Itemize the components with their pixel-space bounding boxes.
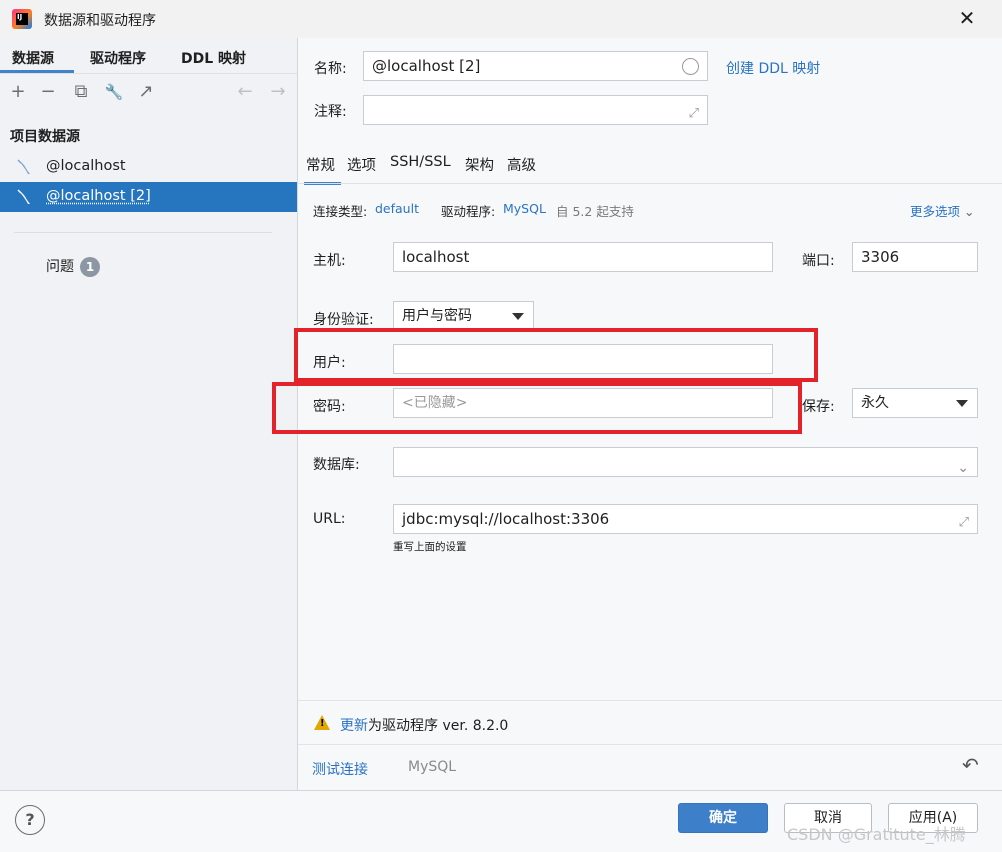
more-options-label: 更多选项 — [910, 204, 961, 219]
remove-icon[interactable]: − — [38, 82, 58, 102]
url-label: URL: — [313, 511, 346, 527]
driver-label: 驱动程序: — [441, 204, 496, 219]
name-label: 名称: — [314, 61, 347, 77]
right-panel: 名称: @localhost [2] 创建 DDL 映射 注释: ⤢ 常规 选项… — [272, 38, 1002, 790]
auth-value: 用户与密码 — [402, 308, 472, 324]
divider — [298, 744, 1002, 745]
name-input[interactable]: @localhost [2] — [363, 51, 708, 81]
help-button[interactable]: ? — [15, 805, 45, 835]
project-data-sources-title: 项目数据源 — [10, 129, 80, 145]
problems-item[interactable]: 问题 1 — [46, 256, 100, 277]
tab-divider — [0, 73, 297, 74]
mysql-dolphin-icon — [17, 189, 30, 204]
url-hint: 重写上面的设置 — [393, 541, 467, 553]
dropdown-arrow-icon — [512, 313, 524, 320]
comment-input[interactable]: ⤢ — [363, 95, 708, 125]
host-input[interactable]: localhost — [393, 242, 773, 272]
url-input[interactable]: jdbc:mysql://localhost:3306 ⤢ — [393, 504, 978, 534]
database-dropdown[interactable]: ⌄ — [393, 447, 978, 477]
update-driver-link[interactable]: 更新 — [340, 718, 368, 734]
tab-ssh-ssl[interactable]: SSH/SSL — [390, 154, 451, 170]
connection-type-label: 连接类型: — [313, 204, 368, 219]
port-label: 端口: — [802, 253, 835, 269]
warning-icon: ! — [314, 715, 330, 730]
tab-advanced[interactable]: 高级 — [507, 154, 536, 175]
save-label: 保存: — [802, 399, 835, 415]
mysql-dolphin-icon — [17, 159, 30, 174]
export-icon[interactable]: ↗ — [136, 82, 156, 102]
save-value: 永久 — [861, 395, 889, 411]
user-input[interactable] — [393, 344, 773, 374]
tab-ddl-mappings[interactable]: DDL 映射 — [181, 48, 246, 72]
name-value: @localhost [2] — [372, 57, 481, 75]
watermark: CSDN @Gratitute_林腾 — [787, 825, 966, 844]
host-label: 主机: — [313, 253, 346, 269]
expand-icon[interactable]: ⤢ — [959, 509, 969, 537]
left-panel: 数据源 驱动程序 DDL 映射 + − ⧉ 🔧 ↗ ← → 项目数据源 @loc… — [0, 38, 297, 790]
window-title: 数据源和驱动程序 — [44, 13, 156, 29]
chevron-down-icon: ⌄ — [964, 204, 975, 219]
create-ddl-mapping-link[interactable]: 创建 DDL 映射 — [726, 58, 820, 78]
intellij-app-icon: IJ — [12, 9, 32, 29]
chevron-down-icon: ⌄ — [957, 460, 969, 476]
tab-options[interactable]: 选项 — [347, 154, 376, 175]
connection-type-link[interactable]: default — [375, 201, 419, 216]
driver-support-text: 自 5.2 起支持 — [556, 204, 634, 219]
tab-schemas[interactable]: 架构 — [465, 154, 494, 175]
add-icon[interactable]: + — [8, 82, 28, 102]
port-input[interactable]: 3306 — [852, 242, 978, 272]
test-connection-link[interactable]: 测试连接 — [312, 759, 368, 779]
database-label: 数据库: — [313, 457, 360, 473]
dropdown-arrow-icon — [956, 400, 968, 407]
data-source-label: @localhost [2] — [46, 188, 151, 204]
color-circle-icon[interactable] — [682, 58, 699, 75]
copy-icon[interactable]: ⧉ — [71, 82, 91, 102]
dialog-footer: ? 确定 取消 应用(A) CSDN @Gratitute_林腾 — [0, 790, 1002, 852]
revert-icon[interactable]: ↶ — [962, 753, 979, 777]
forward-arrow-icon[interactable]: → — [268, 82, 288, 102]
driver-update-notice: 更新为驱动程序 ver. 8.2.0 — [340, 715, 508, 735]
driver-link[interactable]: MySQL — [503, 201, 546, 216]
title-bar: IJ 数据源和驱动程序 ✕ — [0, 0, 1002, 38]
divider — [298, 700, 1002, 701]
wrench-icon[interactable]: 🔧 — [104, 82, 124, 102]
url-value: jdbc:mysql://localhost:3306 — [402, 510, 610, 528]
comment-label: 注释: — [314, 104, 347, 120]
back-arrow-icon[interactable]: ← — [235, 82, 255, 102]
tab-general[interactable]: 常规 — [306, 154, 335, 175]
auth-dropdown[interactable]: 用户与密码 — [393, 301, 534, 331]
save-dropdown[interactable]: 永久 — [852, 388, 978, 418]
more-options-link[interactable]: 更多选项 ⌄ — [910, 201, 974, 220]
password-input[interactable]: <已隐藏> — [393, 388, 773, 418]
data-source-item-localhost-2[interactable]: @localhost [2] — [0, 182, 297, 212]
problems-label: 问题 — [46, 259, 74, 275]
data-source-label: @localhost — [46, 158, 126, 174]
password-label: 密码: — [313, 399, 346, 415]
tab-data-sources[interactable]: 数据源 — [12, 48, 54, 72]
driver-footer-label: MySQL — [408, 759, 457, 775]
auth-label: 身份验证: — [313, 312, 374, 328]
ok-button[interactable]: 确定 — [678, 803, 768, 833]
tab-divider — [298, 183, 1002, 184]
tab-drivers[interactable]: 驱动程序 — [90, 48, 146, 72]
settings-tabs: 常规 选项 SSH/SSL 架构 高级 — [298, 152, 1002, 185]
divider — [14, 232, 272, 233]
problems-count-badge: 1 — [80, 257, 100, 277]
user-label: 用户: — [313, 355, 346, 371]
expand-icon[interactable]: ⤢ — [689, 100, 699, 128]
update-text: 为驱动程序 ver. 8.2.0 — [368, 718, 509, 734]
close-icon[interactable]: ✕ — [955, 6, 979, 30]
data-source-item-localhost[interactable]: @localhost — [0, 152, 297, 182]
